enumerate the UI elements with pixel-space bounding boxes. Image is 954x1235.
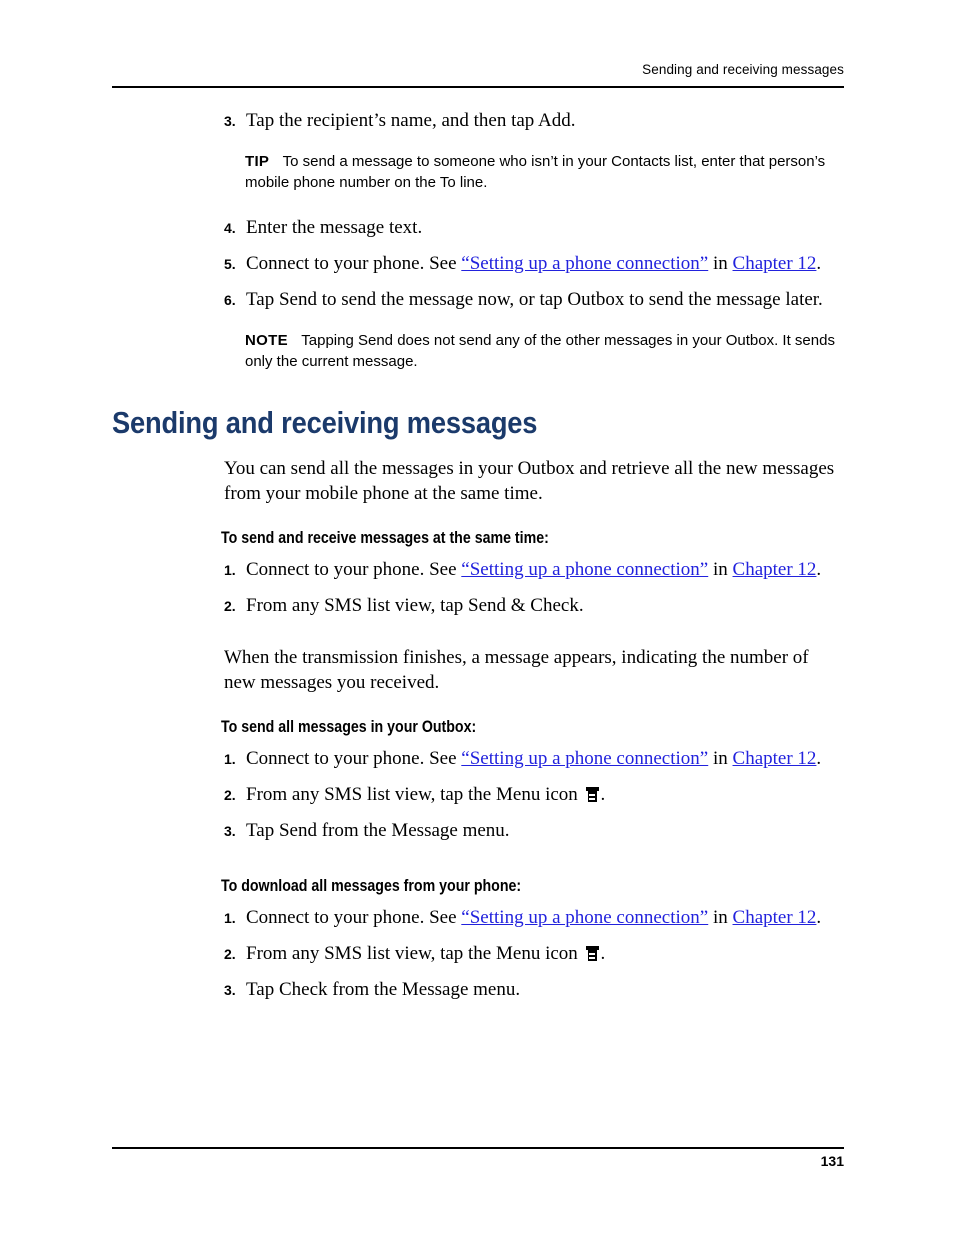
list-item: 1 Connect to your phone. See “Setting up… [112, 746, 844, 771]
list-text-suffix: . [816, 253, 822, 274]
list-item: 3 Tap Send from the Message menu. [112, 818, 844, 843]
link-chapter-12[interactable]: Chapter 12 [733, 253, 817, 274]
list-text-prefix: From any SMS list view, tap the Menu ico… [246, 784, 583, 805]
section-intro: You can send all the messages in your Ou… [224, 458, 835, 504]
list-text: Enter the message text. [246, 217, 423, 238]
list-number: 3 [224, 978, 242, 1003]
header-rule [112, 86, 844, 88]
page-content: 3 Tap the recipient’s name, and then tap… [112, 108, 844, 1013]
list-text: From any SMS list view, tap Send & Check… [246, 595, 584, 616]
list-text-prefix: Connect to your phone. See [246, 559, 462, 580]
tip-text: To send a message to someone who isn’t i… [245, 153, 826, 191]
list-item: 2 From any SMS list view, tap Send & Che… [112, 593, 844, 618]
list-text: Tap Send to send the message now, or tap… [246, 289, 823, 310]
link-setting-up-a-phone-connection[interactable]: “Setting up a phone connection” [461, 253, 708, 274]
list-number: 4 [224, 216, 242, 241]
list-item: 3 Tap the recipient’s name, and then tap… [112, 108, 844, 133]
list-text: Tap Send from the Message menu. [246, 820, 510, 841]
list-number: 1 [224, 906, 242, 931]
list-text-middle: in [708, 748, 733, 769]
list-item: 2 From any SMS list view, tap the Menu i… [112, 782, 844, 807]
section-heading: Sending and receiving messages [112, 405, 538, 440]
menu-icon [585, 787, 599, 802]
footer-rule [112, 1147, 844, 1149]
procedure-heading-text: To send all messages in your Outbox: [221, 718, 477, 736]
list-text-suffix: . [816, 748, 822, 769]
list-text-suffix: . [600, 784, 606, 805]
list-text-suffix: . [600, 943, 606, 964]
note-callout: NOTE Tapping Send does not send any of th… [112, 330, 844, 372]
list-item: 2 From any SMS list view, tap the Menu i… [112, 941, 844, 966]
list-text-prefix: Connect to your phone. See [246, 907, 462, 928]
list-item: 1 Connect to your phone. See “Setting up… [112, 905, 844, 930]
tip-label: TIP [245, 153, 270, 170]
list-text-middle: in [708, 907, 733, 928]
list-number: 3 [224, 109, 242, 134]
list-number: 2 [224, 942, 242, 967]
list-text: Tap Check from the Message menu. [246, 979, 521, 1000]
list-item: 1 Connect to your phone. See “Setting up… [112, 557, 844, 582]
list-text: Tap the recipient’s name, and then tap A… [246, 110, 576, 131]
list-item: 6 Tap Send to send the message now, or t… [112, 287, 844, 312]
procedure-heading-send-and-receive: To send and receive messages at the same… [112, 528, 844, 549]
document-page: Sending and receiving messages 3 Tap the… [0, 0, 954, 1235]
list-text-prefix: Connect to your phone. See [246, 253, 462, 274]
link-setting-up-a-phone-connection[interactable]: “Setting up a phone connection” [461, 907, 708, 928]
link-setting-up-a-phone-connection[interactable]: “Setting up a phone connection” [461, 559, 708, 580]
list-text-prefix: Connect to your phone. See [246, 748, 462, 769]
list-text-prefix: From any SMS list view, tap the Menu ico… [246, 943, 583, 964]
link-chapter-12[interactable]: Chapter 12 [733, 748, 817, 769]
list-item: 4 Enter the message text. [112, 215, 844, 240]
list-number: 1 [224, 747, 242, 772]
list-number: 2 [224, 594, 242, 619]
menu-icon [585, 946, 599, 961]
list-item: 3 Tap Check from the Message menu. [112, 977, 844, 1002]
list-item: 5 Connect to your phone. See “Setting up… [112, 251, 844, 276]
procedure-heading-text: To download all messages from your phone… [221, 877, 522, 895]
list-number: 3 [224, 819, 242, 844]
procedure-heading-download-all-messages: To download all messages from your phone… [112, 876, 844, 897]
link-chapter-12[interactable]: Chapter 12 [733, 907, 817, 928]
note-label: NOTE [245, 332, 288, 349]
list-text-middle: in [708, 559, 733, 580]
page-number: 131 [820, 1153, 844, 1169]
list-number: 1 [224, 558, 242, 583]
procedure-followup-text: When the transmission finishes, a messag… [224, 647, 809, 693]
list-text-suffix: . [816, 559, 822, 580]
tip-callout: TIP To send a message to someone who isn’… [112, 151, 844, 193]
procedure-heading-send-all-messages: To send all messages in your Outbox: [112, 717, 844, 738]
procedure-heading-text: To send and receive messages at the same… [221, 529, 549, 547]
note-text: Tapping Send does not send any of the ot… [245, 332, 835, 370]
list-number: 5 [224, 252, 242, 277]
list-text-middle: in [708, 253, 733, 274]
link-setting-up-a-phone-connection[interactable]: “Setting up a phone connection” [461, 748, 708, 769]
link-chapter-12[interactable]: Chapter 12 [733, 559, 817, 580]
list-number: 6 [224, 288, 242, 313]
list-number: 2 [224, 783, 242, 808]
list-text-suffix: . [816, 907, 822, 928]
running-head: Sending and receiving messages [642, 62, 844, 77]
